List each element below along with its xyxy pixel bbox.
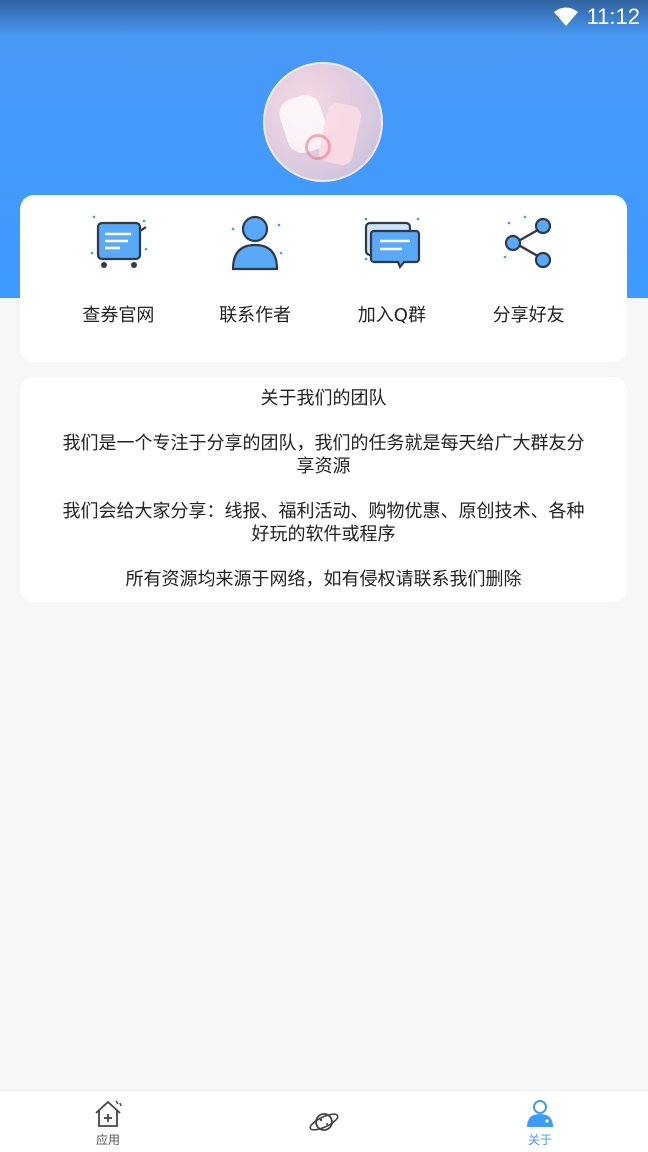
nav-label: 应用: [95, 1133, 120, 1147]
menu-label: 加入Q群: [357, 305, 426, 326]
chat-icon: [364, 217, 420, 270]
planet-icon: [309, 1113, 339, 1131]
menu-label: 查券官网: [82, 305, 155, 326]
menu-item-contact-author[interactable]: 联系作者: [187, 209, 324, 362]
menu-item-coupon-site[interactable]: 查券官网: [50, 209, 187, 362]
about-paragraph: 我们会给大家分享：线报、福利活动、购物优惠、原创技术、各种好玩的软件或程序: [62, 501, 585, 545]
menu-card: 查券官网 联系作者 加入Q群 分享好友: [20, 195, 627, 362]
profile-icon: [527, 1100, 553, 1127]
user-icon: [231, 215, 283, 271]
about-card: 关于我们的团队 我们是一个专注于分享的团队，我们的任务就是每天给广大群友分享资源…: [20, 377, 627, 602]
cart-icon: [91, 215, 148, 268]
menu-item-join-qq-group[interactable]: 加入Q群: [324, 209, 461, 362]
bottom-nav: 应用 关于: [0, 1090, 648, 1152]
status-bar: 11:12: [0, 0, 648, 36]
home-icon: [95, 1100, 122, 1127]
about-screen: 11:12 查券官网 联系作者 加入Q群 分享好友 关于我们的团队 我们是一个专…: [0, 0, 648, 1152]
about-title: 关于我们的团队: [260, 388, 387, 409]
menu-label: 联系作者: [219, 305, 292, 326]
about-paragraph: 我们是一个专注于分享的团队，我们的任务就是每天给广大群友分享资源: [62, 433, 585, 477]
share-icon: [503, 215, 551, 269]
status-time: 11:12: [586, 4, 640, 29]
nav-item-apps[interactable]: 应用: [0, 1091, 216, 1152]
nav-item-explore[interactable]: [216, 1091, 432, 1152]
menu-item-share-friends[interactable]: 分享好友: [460, 209, 597, 362]
avatar[interactable]: [263, 62, 383, 182]
about-paragraph: 所有资源均来源于网络，如有侵权请联系我们删除: [125, 569, 522, 590]
menu-label: 分享好友: [492, 305, 565, 326]
nav-label: 关于: [527, 1133, 552, 1147]
wifi-icon: [553, 7, 579, 27]
nav-item-about[interactable]: 关于: [432, 1091, 648, 1152]
